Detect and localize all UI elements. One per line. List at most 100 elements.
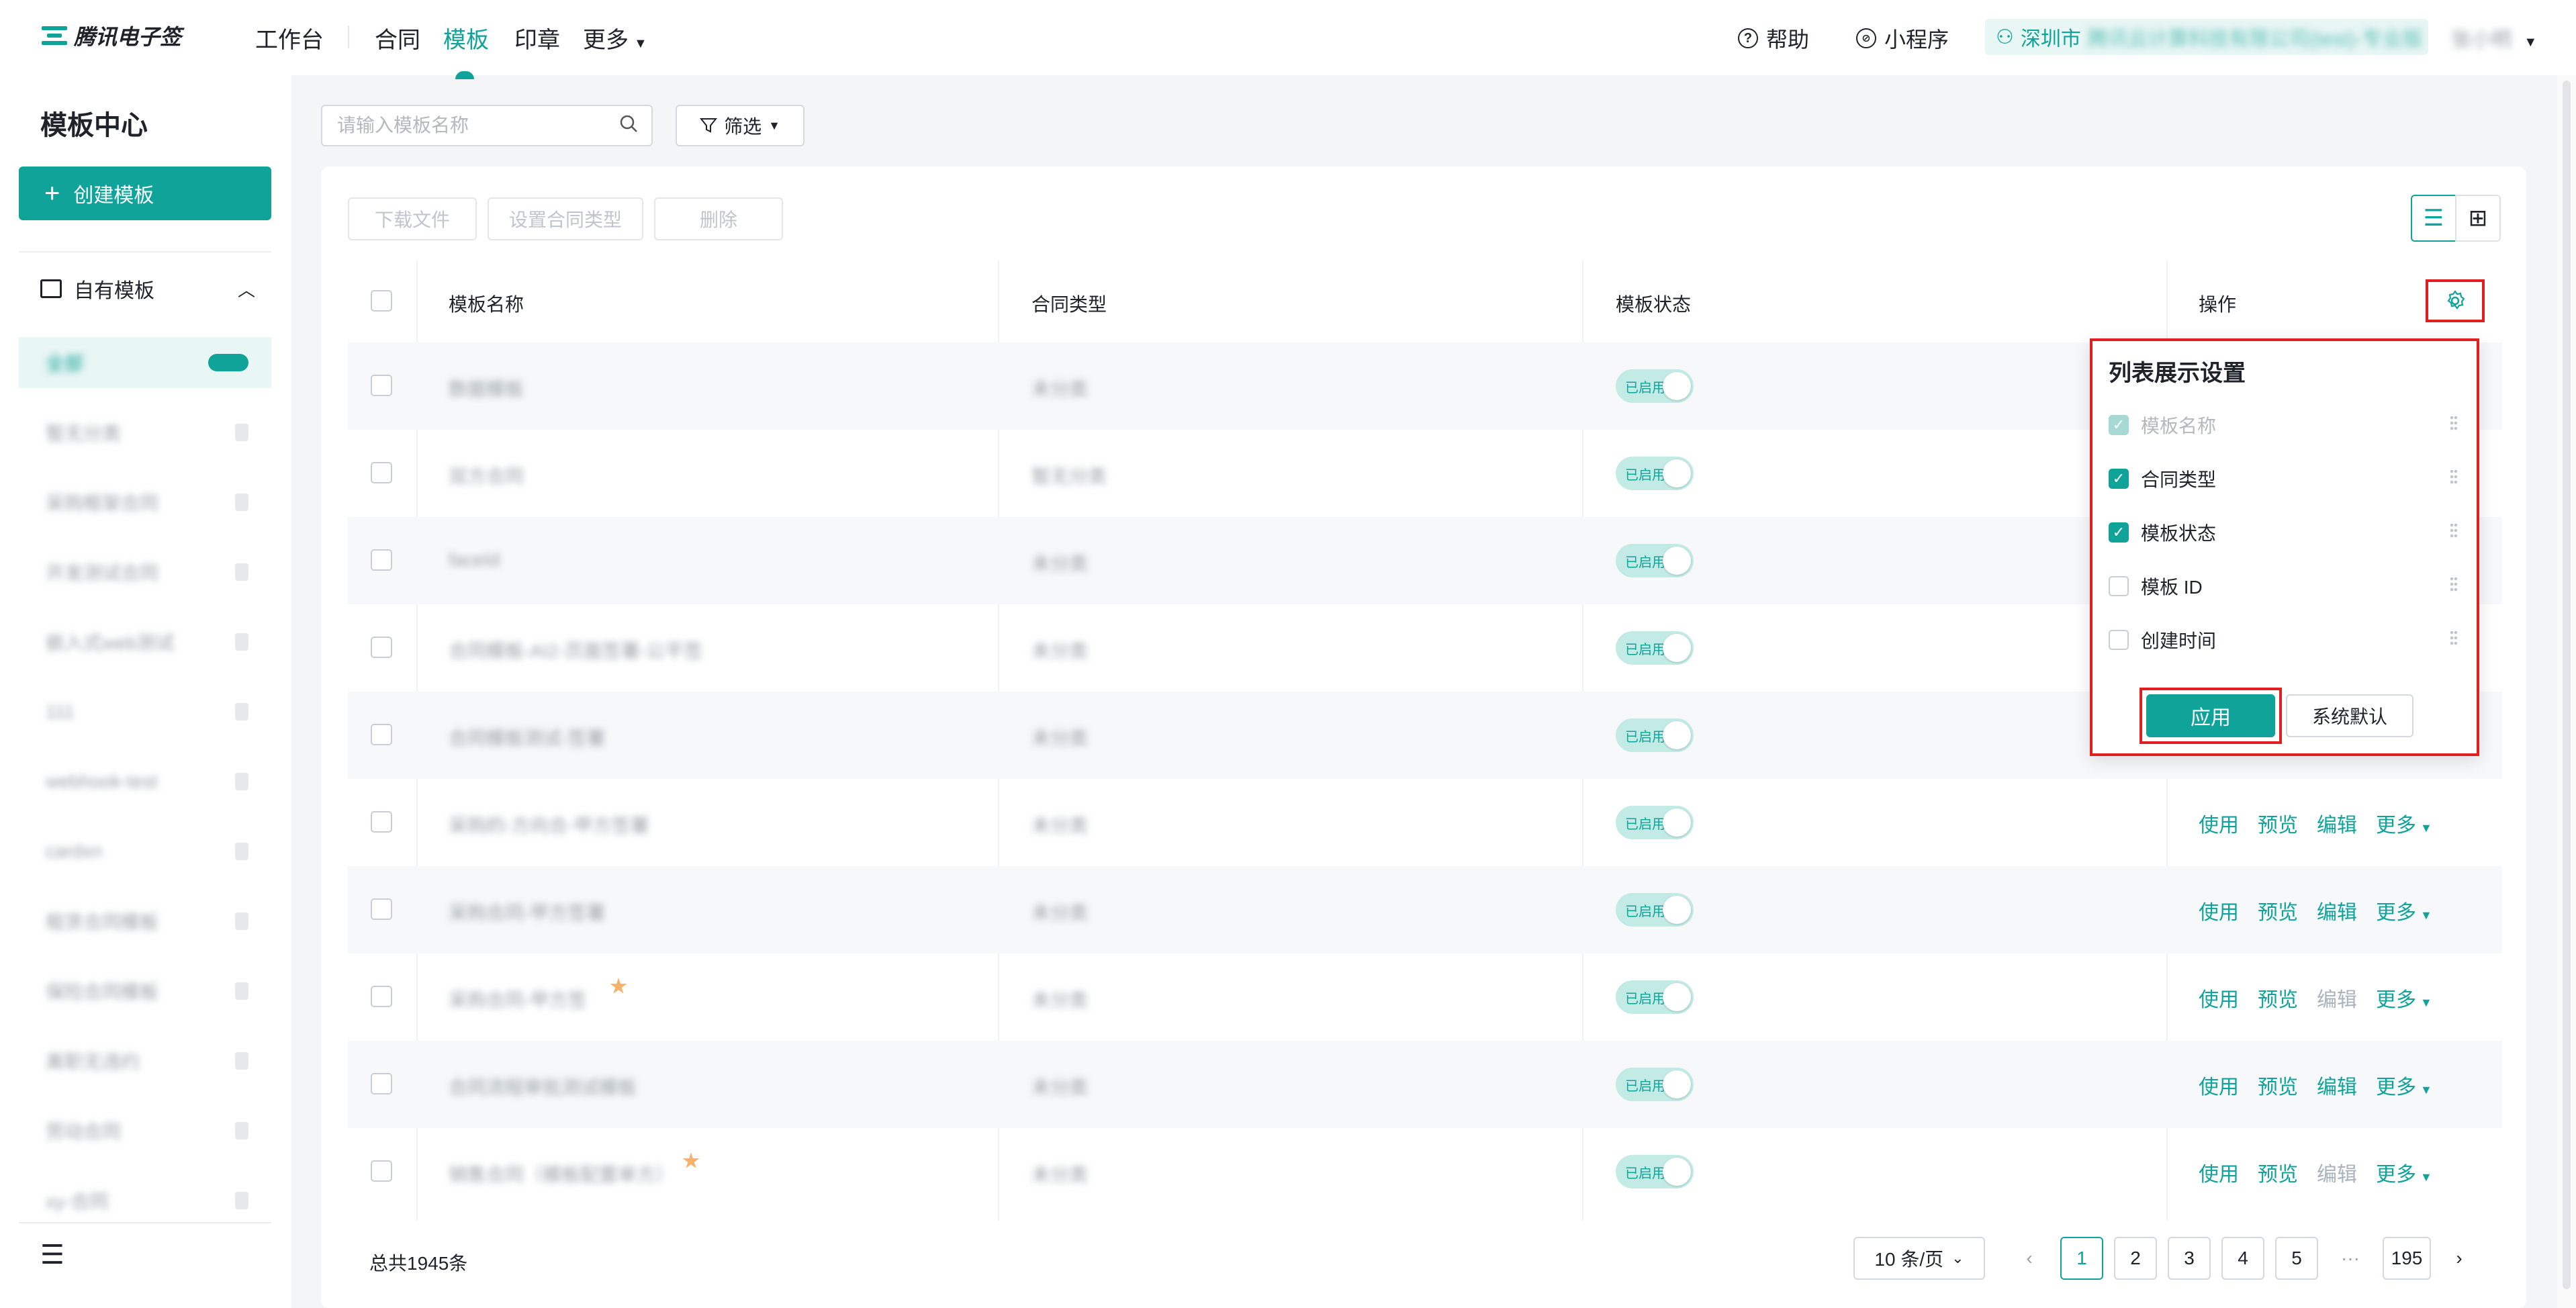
- checkbox-checked[interactable]: ✓: [2109, 522, 2129, 543]
- more-actions-link[interactable]: 更多 ▼: [2376, 808, 2432, 838]
- more-actions-link[interactable]: 更多 ▼: [2376, 983, 2432, 1013]
- column-option-id[interactable]: 模板 ID: [2109, 569, 2458, 603]
- checkbox-unchecked[interactable]: [2109, 630, 2129, 650]
- column-option-status[interactable]: ✓ 模板状态: [2109, 516, 2458, 549]
- use-link[interactable]: 使用: [2199, 896, 2239, 925]
- template-name[interactable]: 采购的-方向合-甲方签署: [449, 811, 649, 838]
- template-name[interactable]: 采购合同-甲方签: [449, 986, 586, 1013]
- template-name[interactable]: 合同模板测试-签署: [449, 724, 605, 751]
- drag-handle-icon[interactable]: [2450, 469, 2458, 485]
- status-toggle[interactable]: 已启用: [1616, 631, 1694, 665]
- download-button[interactable]: 下载文件: [348, 197, 477, 240]
- sidebar-item[interactable]: 离职无违约: [19, 1035, 271, 1086]
- table-row[interactable]: 采购合同-甲方签 未分类 已启用 使用 预览 编辑 更多 ▼: [348, 953, 2502, 1041]
- preview-link[interactable]: 预览: [2258, 1070, 2298, 1100]
- row-checkbox[interactable]: [371, 462, 392, 483]
- more-actions-link[interactable]: 更多 ▼: [2376, 1070, 2432, 1100]
- sidebar-item[interactable]: webhook-test: [19, 756, 271, 807]
- grid-view-toggle[interactable]: ⊞: [2455, 195, 2501, 242]
- column-settings-button[interactable]: [2426, 279, 2485, 322]
- page-size-select[interactable]: 10 条/页 ⌄: [1853, 1237, 1985, 1280]
- row-checkbox[interactable]: [371, 1160, 392, 1182]
- apply-button[interactable]: 应用: [2146, 694, 2275, 737]
- status-toggle[interactable]: 已启用: [1616, 369, 1694, 403]
- page-last[interactable]: 195: [2383, 1237, 2431, 1280]
- preview-link[interactable]: 预览: [2258, 983, 2298, 1013]
- more-actions-link[interactable]: 更多 ▼: [2376, 896, 2432, 925]
- row-checkbox[interactable]: [371, 1073, 392, 1094]
- table-row[interactable]: 合同流程审批测试模板 未分类 已启用 使用 预览 编辑 更多 ▼: [348, 1041, 2502, 1128]
- edit-link[interactable]: 编辑: [2317, 808, 2357, 838]
- delete-button[interactable]: 删除: [654, 197, 783, 240]
- create-template-button[interactable]: + 创建模板: [19, 167, 271, 220]
- drag-handle-icon[interactable]: [2450, 630, 2458, 646]
- page-3[interactable]: 3: [2168, 1237, 2211, 1280]
- table-row[interactable]: 采购的-方向合-甲方签署 未分类 已启用 使用 预览 编辑 更多 ▼: [348, 779, 2502, 866]
- company-switcher[interactable]: ⚇ 深圳市 腾讯云计算科技有限公司(test)-专业版: [1985, 19, 2428, 55]
- preview-link[interactable]: 预览: [2258, 808, 2298, 838]
- row-checkbox[interactable]: [371, 637, 392, 658]
- page-2[interactable]: 2: [2114, 1237, 2157, 1280]
- user-menu[interactable]: 张小明 ▼: [2451, 23, 2537, 52]
- template-name[interactable]: 销售合同（模板配置单方）: [449, 1160, 674, 1187]
- table-row[interactable]: 采购合同-甲方签署 未分类 已启用 使用 预览 编辑 更多 ▼: [348, 866, 2502, 953]
- filter-button[interactable]: 筛选 ▼: [676, 105, 804, 146]
- search-icon[interactable]: [619, 114, 638, 133]
- template-name[interactable]: 双方合同: [449, 462, 524, 489]
- set-contract-type-button[interactable]: 设置合同类型: [488, 197, 643, 240]
- sidebar-item[interactable]: 劳动合同: [19, 1105, 271, 1156]
- page-4[interactable]: 4: [2221, 1237, 2264, 1280]
- sidebar-item[interactable]: cardxn: [19, 826, 271, 877]
- use-link[interactable]: 使用: [2199, 983, 2239, 1013]
- use-link[interactable]: 使用: [2199, 1158, 2239, 1187]
- checkbox-unchecked[interactable]: [2109, 576, 2129, 596]
- next-page-button[interactable]: ›: [2438, 1237, 2481, 1280]
- edit-link[interactable]: 编辑: [2317, 1070, 2357, 1100]
- row-checkbox[interactable]: [371, 724, 392, 745]
- edit-link[interactable]: 编辑: [2317, 896, 2357, 925]
- app-logo[interactable]: 腾讯电子签: [42, 20, 181, 51]
- template-name[interactable]: 合同流程审批测试模板: [449, 1073, 637, 1100]
- page-5[interactable]: 5: [2275, 1237, 2318, 1280]
- nav-more[interactable]: 更多 ▼: [583, 21, 647, 54]
- checkbox-checked[interactable]: ✓: [2109, 469, 2129, 489]
- table-row[interactable]: 销售合同（模板配置单方） 未分类 已启用 使用 预览 编辑 更多 ▼: [348, 1128, 2502, 1215]
- row-checkbox[interactable]: [371, 811, 392, 833]
- sidebar-item[interactable]: 暂无分类: [19, 407, 271, 458]
- template-name[interactable]: 合同模板-AI2-页面签署-公平签: [449, 637, 702, 663]
- column-option-created[interactable]: 创建时间: [2109, 623, 2458, 657]
- template-name[interactable]: faceId: [449, 549, 500, 571]
- sidebar-item[interactable]: xy-合同: [19, 1175, 271, 1226]
- sidebar-item-all[interactable]: 全部: [19, 337, 271, 388]
- drag-handle-icon[interactable]: [2450, 576, 2458, 592]
- nav-contract[interactable]: 合同: [375, 21, 420, 54]
- page-ellipsis[interactable]: ···: [2329, 1237, 2372, 1280]
- template-name[interactable]: 数据模板: [449, 375, 524, 402]
- sidebar-item[interactable]: 嵌入式web测试: [19, 616, 271, 667]
- miniprogram-link[interactable]: ⊘ 小程序: [1856, 23, 1949, 54]
- preview-link[interactable]: 预览: [2258, 1158, 2298, 1187]
- row-checkbox[interactable]: [371, 898, 392, 920]
- use-link[interactable]: 使用: [2199, 808, 2239, 838]
- help-link[interactable]: ? 帮助: [1738, 23, 1809, 54]
- search-input[interactable]: [321, 105, 653, 146]
- sidebar-item[interactable]: 111: [19, 686, 271, 737]
- status-toggle[interactable]: 已启用: [1616, 893, 1694, 927]
- nav-template[interactable]: 模板: [443, 21, 489, 54]
- sidebar-item[interactable]: 保险合同模板: [19, 966, 271, 1017]
- page-1[interactable]: 1: [2060, 1237, 2103, 1280]
- sidebar-item[interactable]: 租赁合同模板: [19, 896, 271, 947]
- nav-workbench[interactable]: 工作台: [255, 21, 324, 54]
- preview-link[interactable]: 预览: [2258, 896, 2298, 925]
- template-name[interactable]: 采购合同-甲方签署: [449, 898, 605, 925]
- row-checkbox[interactable]: [371, 375, 392, 396]
- row-checkbox[interactable]: [371, 986, 392, 1007]
- status-toggle[interactable]: 已启用: [1616, 980, 1694, 1014]
- sidebar-item[interactable]: 采购框架合同: [19, 477, 271, 528]
- status-toggle[interactable]: 已启用: [1616, 457, 1694, 490]
- select-all-checkbox[interactable]: [371, 290, 392, 312]
- group-own-templates[interactable]: 自有模板 ︿: [40, 274, 255, 303]
- scrollbar-thumb[interactable]: [2563, 81, 2571, 1289]
- status-toggle[interactable]: 已启用: [1616, 718, 1694, 752]
- status-toggle[interactable]: 已启用: [1616, 1068, 1694, 1101]
